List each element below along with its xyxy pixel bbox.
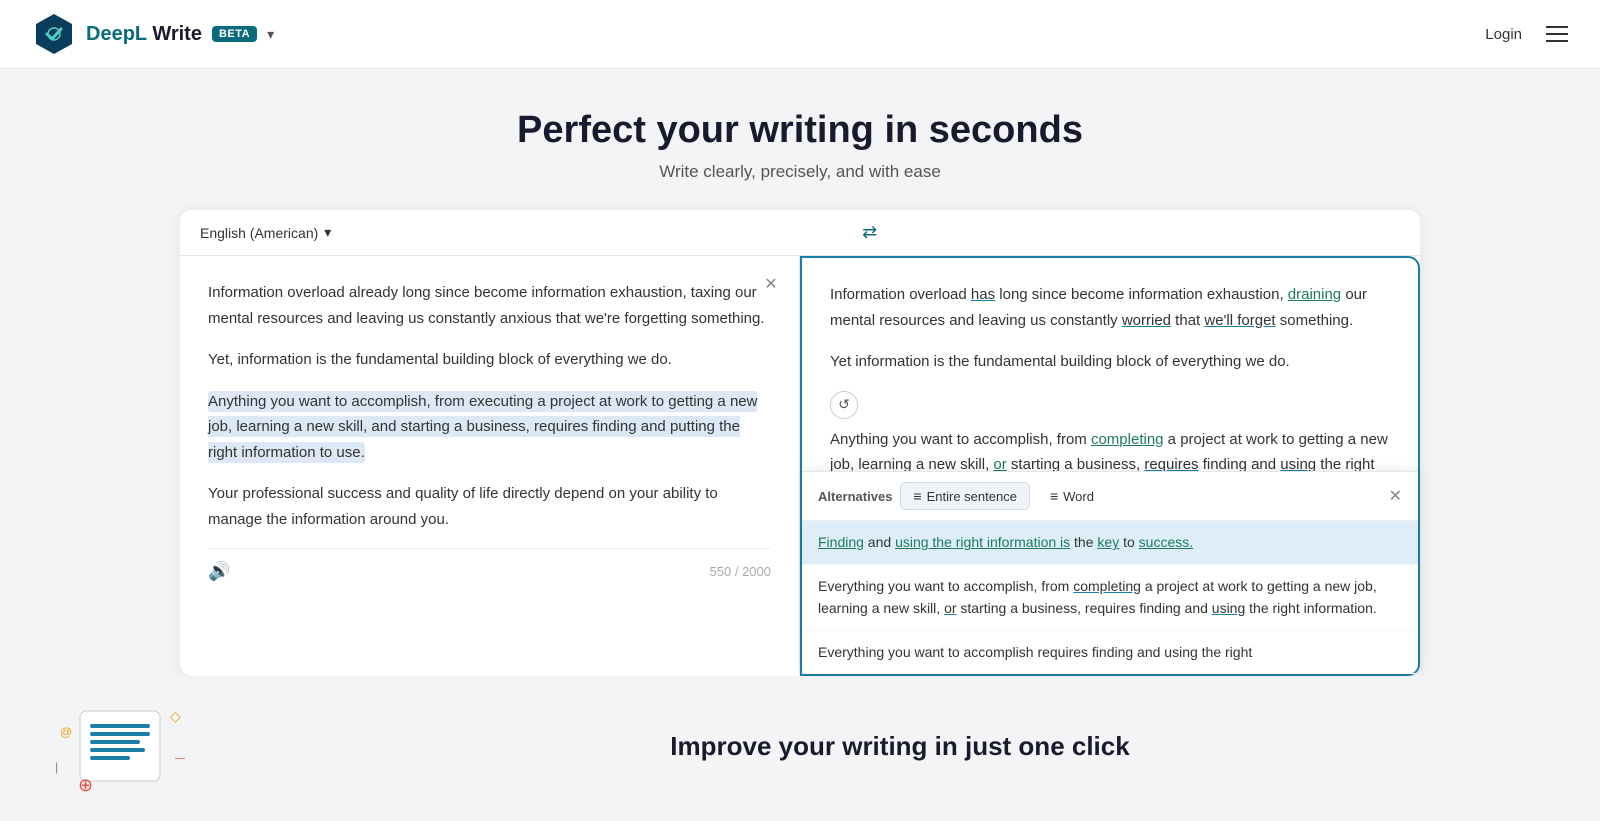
svg-text:◇: ◇ bbox=[170, 708, 181, 724]
char-count: 550 / 2000 bbox=[710, 564, 771, 579]
undo-container: ↺ bbox=[830, 391, 1390, 427]
text-to-speech-icon[interactable]: 🔊 bbox=[208, 561, 230, 582]
tab-entire-sentence[interactable]: ≡ Entire sentence bbox=[900, 482, 1030, 510]
output-paragraph-1: Information overload has long since beco… bbox=[830, 282, 1390, 333]
input-panel[interactable]: ✕ Information overload already long sinc… bbox=[180, 256, 800, 676]
editor-toolbar: English (American) ▾ ⇄ bbox=[180, 210, 1420, 256]
input-paragraph-4: Your professional success and quality of… bbox=[208, 481, 771, 532]
header: DeepL Write BETA ▾ Login bbox=[0, 0, 1600, 69]
login-button[interactable]: Login bbox=[1485, 26, 1522, 43]
changed-word-draining[interactable]: draining bbox=[1288, 286, 1341, 303]
changed-word-worried[interactable]: worried bbox=[1122, 312, 1171, 329]
undo-button[interactable]: ↺ bbox=[830, 391, 858, 419]
word-icon: ≡ bbox=[1050, 488, 1058, 504]
input-paragraph-2: Yet, information is the fundamental buil… bbox=[208, 347, 771, 373]
illustration: ⊕ ◇ @ — | bbox=[20, 696, 220, 796]
alternatives-title: Alternatives bbox=[818, 489, 892, 504]
swap-languages-icon[interactable]: ⇄ bbox=[862, 222, 877, 243]
language-selector[interactable]: English (American) ▾ bbox=[200, 224, 331, 241]
word-label: Word bbox=[1063, 489, 1094, 504]
language-label: English (American) bbox=[200, 225, 318, 241]
editor-container: English (American) ▾ ⇄ ✕ Information ove… bbox=[160, 210, 1440, 676]
input-paragraph-1: Information overload already long since … bbox=[208, 280, 771, 331]
alt-phrase-using: using the right information is bbox=[895, 534, 1070, 550]
alt2-completing: completing bbox=[1073, 578, 1141, 594]
deepl-logo[interactable] bbox=[32, 12, 76, 56]
clear-input-button[interactable]: ✕ bbox=[759, 272, 783, 296]
changed-word-using[interactable]: using bbox=[1280, 456, 1316, 473]
brand-name: DeepL Write bbox=[86, 23, 202, 46]
svg-text:|: | bbox=[55, 760, 58, 774]
changed-word-completing[interactable]: completing bbox=[1091, 431, 1164, 448]
alt2-or: or bbox=[944, 600, 956, 616]
svg-text:⊕: ⊕ bbox=[78, 775, 93, 795]
entire-sentence-label: Entire sentence bbox=[927, 489, 1017, 504]
input-text[interactable]: Information overload already long since … bbox=[208, 280, 771, 532]
output-paragraph-2: Yet information is the fundamental build… bbox=[830, 349, 1390, 375]
alt2-using: using bbox=[1212, 600, 1245, 616]
header-left: DeepL Write BETA ▾ bbox=[32, 12, 274, 56]
alternatives-popup: Alternatives ≡ Entire sentence ≡ Word ✕ bbox=[802, 471, 1418, 674]
alt-word-key: key bbox=[1097, 534, 1119, 550]
highlighted-text: Anything you want to accomplish, from ex… bbox=[208, 391, 757, 463]
lang-chevron-icon: ▾ bbox=[324, 224, 331, 241]
input-paragraph-3: Anything you want to accomplish, from ex… bbox=[208, 389, 771, 466]
entire-sentence-icon: ≡ bbox=[913, 488, 921, 504]
tab-word[interactable]: ≡ Word bbox=[1038, 483, 1106, 509]
header-right: Login bbox=[1485, 26, 1568, 43]
alternative-item-3[interactable]: Everything you want to accomplish requir… bbox=[802, 631, 1418, 674]
changed-word-or[interactable]: or bbox=[993, 456, 1006, 473]
changed-word-requires[interactable]: requires bbox=[1144, 456, 1198, 473]
hero-section: Perfect your writing in seconds Write cl… bbox=[0, 69, 1600, 210]
changed-word-has[interactable]: has bbox=[971, 286, 995, 303]
hamburger-menu[interactable] bbox=[1546, 26, 1568, 42]
bottom-cta: Improve your writing in just one click bbox=[220, 731, 1580, 762]
close-alternatives-button[interactable]: ✕ bbox=[1389, 486, 1402, 506]
editor-card: English (American) ▾ ⇄ ✕ Information ove… bbox=[180, 210, 1420, 676]
alternative-item-2[interactable]: Everything you want to accomplish, from … bbox=[802, 565, 1418, 631]
hero-title: Perfect your writing in seconds bbox=[16, 109, 1584, 152]
alternatives-list: Finding and using the right information … bbox=[802, 521, 1418, 674]
hero-subtitle: Write clearly, precisely, and with ease bbox=[16, 162, 1584, 182]
panel-footer: 🔊 550 / 2000 bbox=[208, 548, 771, 582]
alternatives-header: Alternatives ≡ Entire sentence ≡ Word ✕ bbox=[802, 472, 1418, 521]
editor-panels: ✕ Information overload already long sinc… bbox=[180, 256, 1420, 676]
chevron-down-icon[interactable]: ▾ bbox=[267, 26, 274, 43]
alt-word-success: success. bbox=[1139, 534, 1193, 550]
svg-text:—: — bbox=[175, 753, 185, 764]
alternative-item-1[interactable]: Finding and using the right information … bbox=[802, 521, 1418, 564]
output-panel: Information overload has long since beco… bbox=[800, 256, 1420, 676]
alt-word-finding: Finding bbox=[818, 534, 864, 550]
bottom-section: ⊕ ◇ @ — | Improve your writing in just o… bbox=[0, 676, 1600, 816]
beta-badge: BETA bbox=[212, 26, 257, 42]
svg-text:@: @ bbox=[60, 725, 72, 739]
changed-word-well-forget[interactable]: we'll forget bbox=[1204, 312, 1275, 329]
